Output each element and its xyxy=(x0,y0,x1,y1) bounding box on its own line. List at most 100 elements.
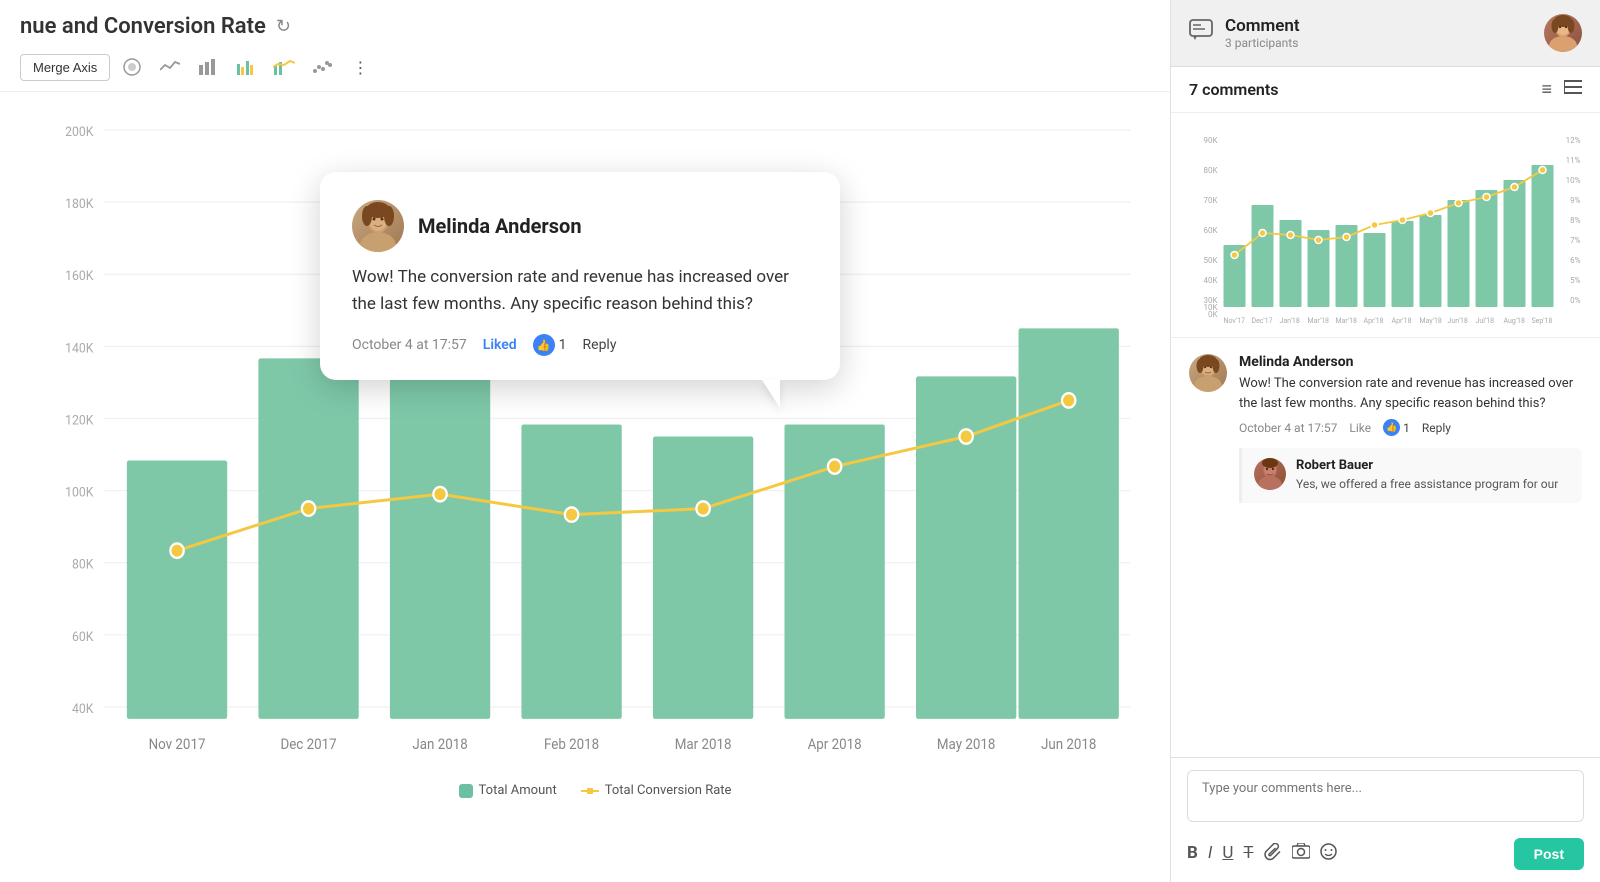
svg-text:Dec'17: Dec'17 xyxy=(1252,317,1273,325)
strikethrough-icon[interactable]: T xyxy=(1243,843,1253,865)
like-button[interactable]: Like xyxy=(1349,421,1371,435)
comment-panel: Comment 3 participants 7 comments ≡ xyxy=(1170,0,1600,882)
legend-total-amount: Total Amount xyxy=(459,783,557,798)
svg-text:70K: 70K xyxy=(1203,196,1218,205)
comment-header-text: Comment 3 participants xyxy=(1225,16,1300,50)
svg-text:90K: 90K xyxy=(1203,136,1218,145)
refresh-icon[interactable]: ↻ xyxy=(276,16,291,37)
attachment-icon[interactable] xyxy=(1264,843,1282,865)
comment-input[interactable] xyxy=(1187,770,1584,822)
bubble-actions: October 4 at 17:57 Liked 👍 1 Reply xyxy=(352,334,808,356)
svg-text:Nov 2017: Nov 2017 xyxy=(149,737,206,754)
svg-text:Apr'18: Apr'18 xyxy=(1392,317,1412,325)
thumbs-up-sm-icon: 👍 xyxy=(1383,419,1400,436)
like-number: 1 xyxy=(559,337,567,353)
comment-avatar-melinda xyxy=(1189,354,1227,392)
legend-amount-label: Total Amount xyxy=(479,783,557,798)
svg-text:Aug'18: Aug'18 xyxy=(1504,317,1525,325)
svg-text:5%: 5% xyxy=(1570,276,1580,285)
reply-text: Yes, we offered a free assistance progra… xyxy=(1296,476,1558,493)
comment-participants: 3 participants xyxy=(1225,36,1300,50)
svg-text:Mar 2018: Mar 2018 xyxy=(675,737,732,754)
svg-text:40K: 40K xyxy=(72,702,93,718)
svg-text:Mar'18: Mar'18 xyxy=(1308,317,1330,325)
svg-text:80K: 80K xyxy=(1203,166,1218,175)
chart-type-scatter[interactable] xyxy=(306,51,338,83)
chart-more-options[interactable]: ⋮ xyxy=(344,51,376,83)
nested-reply: Robert Bauer Yes, we offered a free assi… xyxy=(1239,448,1582,503)
reply-avatar-robert xyxy=(1254,458,1286,490)
svg-text:May 2018: May 2018 xyxy=(937,737,996,754)
legend-amount-checkbox[interactable] xyxy=(459,784,473,798)
svg-text:200K: 200K xyxy=(65,125,93,141)
chart-type-grouped-bar[interactable] xyxy=(230,51,262,83)
svg-text:0%: 0% xyxy=(1570,296,1580,305)
svg-text:60K: 60K xyxy=(72,629,93,645)
svg-text:100K: 100K xyxy=(65,485,93,501)
bold-icon[interactable]: B xyxy=(1187,843,1198,865)
svg-text:Jun'18: Jun'18 xyxy=(1448,317,1468,325)
subheader-icons: ≡ xyxy=(1541,79,1582,100)
thumbs-up-icon: 👍 xyxy=(533,334,555,356)
italic-icon[interactable]: I xyxy=(1208,843,1212,865)
svg-text:Sep'18: Sep'18 xyxy=(1532,317,1553,325)
bubble-author: Melinda Anderson xyxy=(352,200,808,252)
comment-toolbar: B I U T Post xyxy=(1187,834,1584,874)
underline-icon[interactable]: U xyxy=(1222,843,1233,865)
emoji-icon[interactable] xyxy=(1320,843,1337,865)
comment-bubble: Melinda Anderson Wow! The conversion rat… xyxy=(320,172,840,380)
svg-text:12%: 12% xyxy=(1566,136,1581,145)
comment-like-number: 1 xyxy=(1403,421,1410,435)
reply-button[interactable]: Reply xyxy=(583,337,617,353)
legend-rate-line-icon xyxy=(581,784,599,798)
bubble-text: Wow! The conversion rate and revenue has… xyxy=(352,264,808,318)
svg-text:Apr 2018: Apr 2018 xyxy=(808,737,862,754)
svg-text:Nov'17: Nov'17 xyxy=(1224,317,1246,325)
svg-text:6%: 6% xyxy=(1570,256,1580,265)
menu-icon[interactable]: ≡ xyxy=(1541,79,1552,100)
liked-button[interactable]: Liked xyxy=(483,337,517,353)
bubble-time: October 4 at 17:57 xyxy=(352,337,467,353)
format-icons: B I U T xyxy=(1187,843,1337,865)
svg-text:9%: 9% xyxy=(1570,196,1580,205)
comment-author: Melinda Anderson xyxy=(1239,354,1582,370)
merge-axis-button[interactable]: Merge Axis xyxy=(20,54,110,81)
legend-conversion-rate: Total Conversion Rate xyxy=(581,783,732,798)
svg-text:180K: 180K xyxy=(65,197,93,213)
like-count: 👍 1 xyxy=(533,334,567,356)
list-icon[interactable] xyxy=(1564,79,1582,100)
chart-area: 200K 180K 160K 140K 120K 100K 80K 60K 40… xyxy=(0,92,1170,882)
chart-title: nue and Conversion Rate xyxy=(20,14,266,39)
chart-type-circle[interactable] xyxy=(116,51,148,83)
chart-toolbar: Merge Axis ⋮ xyxy=(0,47,1170,92)
comment-text: Wow! The conversion rate and revenue has… xyxy=(1239,374,1582,413)
comment-subheader: 7 comments ≡ xyxy=(1171,67,1600,113)
svg-text:7%: 7% xyxy=(1570,236,1580,245)
comment-body: Melinda Anderson Wow! The conversion rat… xyxy=(1239,354,1582,503)
comment-title: Comment xyxy=(1225,16,1300,36)
svg-text:11%: 11% xyxy=(1566,156,1581,165)
svg-text:160K: 160K xyxy=(65,269,93,285)
comment-input-area: B I U T Post xyxy=(1171,757,1600,882)
comment-like-count: 👍 1 xyxy=(1383,419,1410,436)
legend-rate-label: Total Conversion Rate xyxy=(605,783,732,798)
svg-text:May'18: May'18 xyxy=(1420,317,1442,325)
chart-header: nue and Conversion Rate ↻ xyxy=(0,0,1170,47)
reply-author: Robert Bauer xyxy=(1296,458,1558,473)
chart-type-bar[interactable] xyxy=(192,51,224,83)
comment-header-left: Comment 3 participants xyxy=(1189,16,1300,50)
comment-panel-icon xyxy=(1189,19,1213,47)
chart-type-line[interactable] xyxy=(154,51,186,83)
chart-panel: nue and Conversion Rate ↻ Merge Axis ⋮ 2… xyxy=(0,0,1170,882)
camera-icon[interactable] xyxy=(1292,843,1310,865)
svg-text:10%: 10% xyxy=(1566,176,1581,185)
svg-text:Dec 2017: Dec 2017 xyxy=(280,737,336,754)
post-button[interactable]: Post xyxy=(1514,838,1584,870)
svg-text:40K: 40K xyxy=(1203,276,1218,285)
svg-text:120K: 120K xyxy=(65,413,93,429)
comment-meta: October 4 at 17:57 Like 👍 1 Reply xyxy=(1239,419,1582,436)
chart-type-combo[interactable] xyxy=(268,51,300,83)
svg-text:140K: 140K xyxy=(65,341,93,357)
reply-button[interactable]: Reply xyxy=(1422,421,1451,435)
svg-text:80K: 80K xyxy=(72,557,93,573)
